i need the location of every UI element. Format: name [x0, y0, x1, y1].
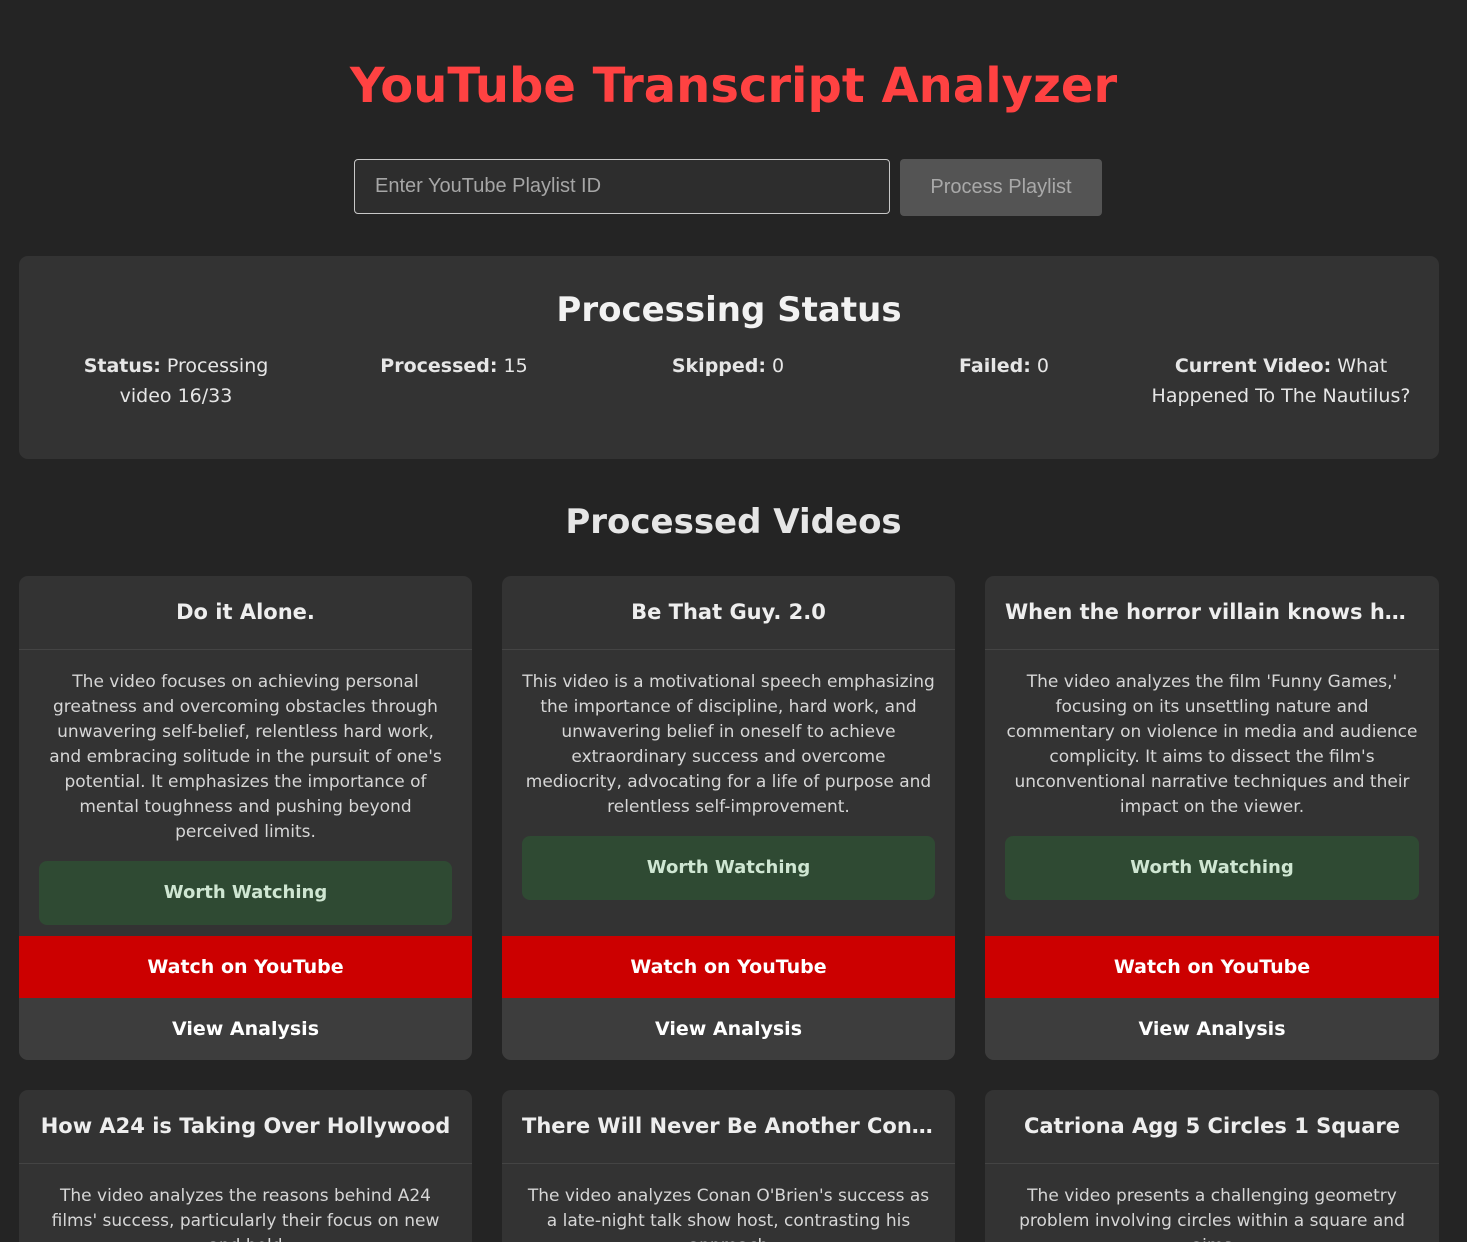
video-title: How A24 is Taking Over Hollywood — [19, 1090, 472, 1164]
playlist-id-input[interactable] — [354, 159, 890, 214]
video-summary: The video focuses on achieving personal … — [49, 672, 442, 842]
processed-videos-heading: Processed Videos — [565, 502, 902, 542]
skipped-label: Skipped: — [671, 355, 766, 377]
card-actions: Watch on YouTube View Analysis — [502, 936, 955, 1060]
view-analysis-button[interactable]: View Analysis — [985, 998, 1439, 1060]
video-title: Catriona Agg 5 Circles 1 Square — [985, 1090, 1439, 1164]
status-panel-title: Processing Status — [556, 290, 902, 330]
failed-stat: Failed: 0 — [909, 351, 1099, 381]
processed-value: 15 — [503, 355, 528, 377]
video-card: Be That Guy. 2.0 This video is a motivat… — [502, 576, 955, 1060]
playlist-search-bar: Process Playlist — [354, 159, 1102, 216]
watch-on-youtube-button[interactable]: Watch on YouTube — [19, 936, 472, 998]
current-video-stat: Current Video: What Happened To The Naut… — [1147, 351, 1415, 411]
skipped-stat: Skipped: 0 — [633, 351, 823, 381]
failed-value: 0 — [1036, 355, 1049, 377]
card-actions: Watch on YouTube View Analysis — [19, 936, 472, 1060]
view-analysis-button[interactable]: View Analysis — [19, 998, 472, 1060]
video-card: There Will Never Be Another Conan O... T… — [502, 1090, 955, 1242]
current-video-label: Current Video: — [1174, 355, 1332, 377]
video-card: Do it Alone. The video focuses on achiev… — [19, 576, 472, 1060]
app-title: YouTube Transcript Analyzer — [349, 58, 1118, 114]
status-stat: Status: Processing video 16/33 — [58, 351, 294, 411]
video-summary: The video analyzes the film 'Funny Games… — [1006, 672, 1418, 817]
process-playlist-button[interactable]: Process Playlist — [900, 159, 1102, 216]
video-summary: The video analyzes the reasons behind A2… — [51, 1186, 440, 1242]
watch-on-youtube-button[interactable]: Watch on YouTube — [985, 936, 1439, 998]
processing-status-panel: Processing Status Status: Processing vid… — [19, 256, 1439, 459]
verdict-badge: Worth Watching — [522, 836, 935, 900]
verdict-badge: Worth Watching — [39, 861, 452, 925]
video-card: How A24 is Taking Over Hollywood The vid… — [19, 1090, 472, 1242]
video-summary: This video is a motivational speech emph… — [522, 672, 935, 817]
processed-stat: Processed: 15 — [359, 351, 549, 381]
video-title: Do it Alone. — [19, 576, 472, 650]
video-card: Catriona Agg 5 Circles 1 Square The vide… — [985, 1090, 1439, 1242]
processed-label: Processed: — [380, 355, 498, 377]
skipped-value: 0 — [772, 355, 785, 377]
failed-label: Failed: — [959, 355, 1031, 377]
video-title: There Will Never Be Another Conan O... — [502, 1090, 955, 1164]
verdict-badge: Worth Watching — [1005, 836, 1419, 900]
status-label: Status: — [83, 355, 161, 377]
video-summary: The video analyzes Conan O'Brien's succe… — [527, 1186, 930, 1242]
video-title: When the horror villain knows he's ins..… — [985, 576, 1439, 650]
card-actions: Watch on YouTube View Analysis — [985, 936, 1439, 1060]
video-card: When the horror villain knows he's ins..… — [985, 576, 1439, 1060]
watch-on-youtube-button[interactable]: Watch on YouTube — [502, 936, 955, 998]
video-title: Be That Guy. 2.0 — [502, 576, 955, 650]
view-analysis-button[interactable]: View Analysis — [502, 998, 955, 1060]
video-summary: The video presents a challenging geometr… — [1019, 1186, 1405, 1242]
